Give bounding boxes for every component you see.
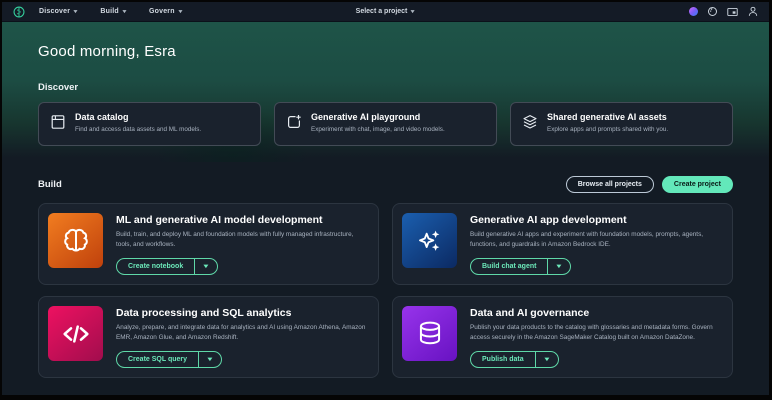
topbar-utilities: ?: [689, 6, 758, 17]
discover-card-description: Experiment with chat, image, and video m…: [311, 126, 445, 133]
build-card-description: Build generative AI apps and experiment …: [470, 230, 720, 249]
user-profile-icon[interactable]: [748, 6, 758, 17]
create-notebook-split-button: Create notebook ▼: [116, 258, 218, 275]
discover-cards-row: Data catalog Find and access data assets…: [38, 102, 733, 146]
browse-all-projects-button[interactable]: Browse all projects: [566, 176, 654, 193]
menu-govern-label: Govern: [149, 8, 175, 15]
project-selector-label: Select a project: [356, 8, 408, 15]
build-card-content: Data and AI governance Publish your data…: [470, 306, 720, 368]
project-selector-dropdown[interactable]: Select a project ▼: [356, 2, 416, 21]
create-project-button[interactable]: Create project: [662, 176, 733, 193]
create-notebook-button[interactable]: Create notebook: [117, 259, 194, 274]
create-sql-query-dropdown-toggle[interactable]: ▼: [198, 352, 221, 367]
chevron-down-icon: ▼: [202, 264, 210, 270]
discover-card-title: Generative AI playground: [311, 112, 445, 122]
code-icon: [48, 306, 103, 361]
feedback-icon[interactable]: [727, 7, 738, 17]
build-card-content: ML and generative AI model development B…: [116, 213, 366, 275]
app-logo-icon[interactable]: [13, 6, 25, 18]
menu-discover-label: Discover: [39, 8, 70, 15]
discover-card-title: Shared generative AI assets: [547, 112, 668, 122]
chevron-down-icon: ▼: [542, 357, 550, 363]
chevron-down-icon: ▼: [409, 9, 416, 15]
discover-card-shared-generative-ai-assets[interactable]: Shared generative AI assets Explore apps…: [510, 102, 733, 146]
build-card-description: Publish your data products to the catalo…: [470, 323, 720, 342]
help-icon[interactable]: ?: [708, 7, 717, 16]
discover-section-label: Discover: [38, 82, 733, 93]
build-chat-agent-dropdown-toggle[interactable]: ▼: [547, 259, 570, 274]
menu-build-label: Build: [100, 8, 119, 15]
catalog-icon: [50, 114, 66, 130]
discover-card-data-catalog[interactable]: Data catalog Find and access data assets…: [38, 102, 261, 146]
build-chat-agent-button[interactable]: Build chat agent: [471, 259, 547, 274]
page-greeting: Good morning, Esra: [38, 43, 733, 60]
amazon-q-assistant-icon[interactable]: [689, 7, 698, 16]
discover-card-description: Find and access data assets and ML model…: [75, 126, 201, 133]
build-card-generative-ai-app-development[interactable]: Generative AI app development Build gene…: [392, 203, 733, 285]
build-card-title: ML and generative AI model development: [116, 214, 366, 226]
chevron-down-icon: ▼: [121, 9, 128, 15]
sagemaker-unified-studio-home: Discover ▼ Build ▼ Govern ▼ Select a pro…: [2, 2, 769, 395]
build-section-header: Build Browse all projects Create project: [38, 176, 733, 193]
build-card-content: Generative AI app development Build gene…: [470, 213, 720, 275]
menu-build[interactable]: Build ▼: [100, 8, 127, 15]
layers-icon: [522, 114, 538, 130]
build-card-data-ai-governance[interactable]: Data and AI governance Publish your data…: [392, 296, 733, 378]
discover-card-text: Shared generative AI assets Explore apps…: [547, 112, 668, 133]
build-card-ml-model-development[interactable]: ML and generative AI model development B…: [38, 203, 379, 285]
build-card-content: Data processing and SQL analytics Analyz…: [116, 306, 366, 368]
build-section: Build Browse all projects Create project…: [2, 162, 769, 378]
build-card-title: Data processing and SQL analytics: [116, 307, 366, 319]
build-card-description: Analyze, prepare, and integrate data for…: [116, 323, 366, 342]
build-card-description: Build, train, and deploy ML and foundati…: [116, 230, 366, 249]
build-chat-agent-split-button: Build chat agent ▼: [470, 258, 571, 275]
build-card-title: Generative AI app development: [470, 214, 720, 226]
discover-card-text: Generative AI playground Experiment with…: [311, 112, 445, 133]
publish-data-split-button: Publish data ▼: [470, 351, 559, 368]
build-card-title: Data and AI governance: [470, 307, 720, 319]
chevron-down-icon: ▼: [555, 264, 563, 270]
main-menu: Discover ▼ Build ▼ Govern ▼: [39, 8, 183, 15]
create-notebook-dropdown-toggle[interactable]: ▼: [194, 259, 217, 274]
brain-icon: [48, 213, 103, 268]
chevron-down-icon: ▼: [72, 9, 79, 15]
discover-card-title: Data catalog: [75, 112, 201, 122]
chevron-down-icon: ▼: [206, 357, 214, 363]
database-icon: [402, 306, 457, 361]
build-cards-grid: ML and generative AI model development B…: [38, 203, 733, 378]
discover-card-generative-ai-playground[interactable]: Generative AI playground Experiment with…: [274, 102, 497, 146]
sparkles-icon: [402, 213, 457, 268]
hero-section: Good morning, Esra Discover Data catalog…: [2, 22, 769, 162]
screenshot-frame: Discover ▼ Build ▼ Govern ▼ Select a pro…: [0, 0, 772, 400]
publish-data-dropdown-toggle[interactable]: ▼: [535, 352, 558, 367]
menu-discover[interactable]: Discover ▼: [39, 8, 78, 15]
discover-card-text: Data catalog Find and access data assets…: [75, 112, 201, 133]
publish-data-button[interactable]: Publish data: [471, 352, 535, 367]
discover-card-description: Explore apps and prompts shared with you…: [547, 126, 668, 133]
build-section-label: Build: [38, 179, 566, 190]
build-card-data-processing-sql-analytics[interactable]: Data processing and SQL analytics Analyz…: [38, 296, 379, 378]
menu-govern[interactable]: Govern ▼: [149, 8, 183, 15]
create-sql-query-split-button: Create SQL query ▼: [116, 351, 222, 368]
playground-icon: [286, 114, 302, 130]
chevron-down-icon: ▼: [177, 9, 184, 15]
create-sql-query-button[interactable]: Create SQL query: [117, 352, 198, 367]
top-navigation-bar: Discover ▼ Build ▼ Govern ▼ Select a pro…: [2, 2, 769, 22]
